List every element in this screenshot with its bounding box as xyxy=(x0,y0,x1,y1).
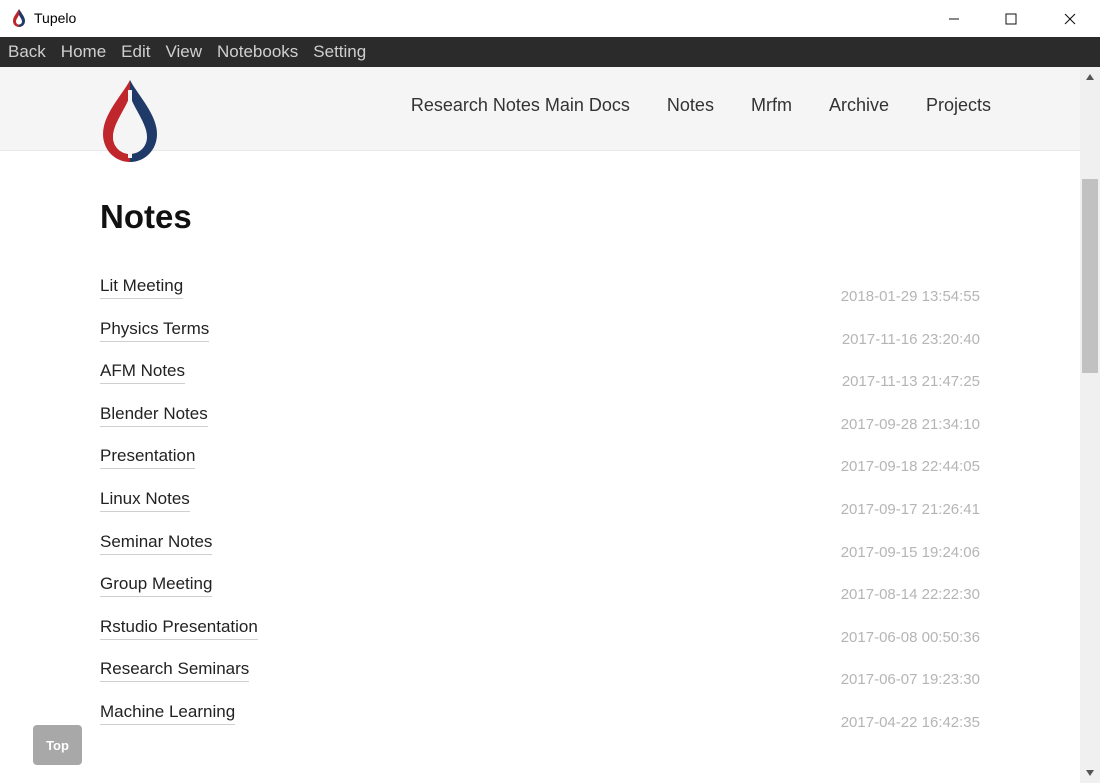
note-link[interactable]: Machine Learning xyxy=(100,702,236,725)
window-title: Tupelo xyxy=(34,10,77,26)
note-link[interactable]: Research Seminars xyxy=(100,659,250,683)
list-item: Presentation 2017-09-18 22:44:05 xyxy=(100,444,980,487)
list-item: Rstudio Presentation 2017-06-08 00:50:36 xyxy=(100,615,980,658)
nav-projects[interactable]: Projects xyxy=(926,95,991,116)
note-date: 2017-04-22 16:42:35 xyxy=(840,713,980,731)
scroll-up-button[interactable] xyxy=(1080,67,1100,87)
page-title: Notes xyxy=(100,198,192,235)
notes-list: Lit Meeting 2018-01-29 13:54:55 Physics T… xyxy=(100,274,980,743)
list-item: Research Seminars 2017-06-07 19:23:30 xyxy=(100,657,980,700)
menu-edit[interactable]: Edit xyxy=(121,37,150,67)
menu-home[interactable]: Home xyxy=(61,37,106,67)
note-link[interactable]: Linux Notes xyxy=(100,489,190,512)
note-date: 2017-06-08 00:50:36 xyxy=(840,628,980,646)
site-header: Research Notes Main Docs Notes Mrfm Arch… xyxy=(0,67,1080,162)
scroll-up-arrow-icon xyxy=(1086,74,1094,80)
maximize-icon xyxy=(1005,13,1017,24)
list-item: AFM Notes 2017-11-13 21:47:25 xyxy=(100,359,980,402)
nav-archive[interactable]: Archive xyxy=(829,95,889,116)
menu-back[interactable]: Back xyxy=(8,37,46,67)
site-nav: Research Notes Main Docs Notes Mrfm Arch… xyxy=(374,95,991,116)
note-date: 2017-09-15 19:24:06 xyxy=(840,543,980,561)
minimize-icon xyxy=(949,18,959,19)
scroll-down-arrow-icon xyxy=(1086,770,1094,776)
note-date: 2017-11-16 23:20:40 xyxy=(841,330,980,348)
list-item: Physics Terms 2017-11-16 23:20:40 xyxy=(100,317,980,360)
list-item: Linux Notes 2017-09-17 21:26:41 xyxy=(100,487,980,530)
list-item: Lit Meeting 2018-01-29 13:54:55 xyxy=(100,274,980,317)
scroll-down-button[interactable] xyxy=(1080,763,1100,783)
maximize-button[interactable] xyxy=(982,0,1040,37)
site-logo-icon[interactable] xyxy=(101,80,159,164)
note-date: 2017-08-14 22:22:30 xyxy=(840,586,980,604)
minimize-button[interactable] xyxy=(925,0,983,37)
note-date: 2017-06-07 19:23:30 xyxy=(840,671,980,689)
note-link[interactable]: Rstudio Presentation xyxy=(100,617,258,640)
drop-logo-icon xyxy=(13,9,25,27)
list-item: Group Meeting 2017-08-14 22:22:30 xyxy=(100,572,980,615)
nav-research-notes-main-docs[interactable]: Research Notes Main Docs xyxy=(411,95,630,116)
back-to-top-button[interactable]: Top xyxy=(33,725,82,765)
menu-notebooks[interactable]: Notebooks xyxy=(217,37,298,67)
list-item: Blender Notes 2017-09-28 21:34:10 xyxy=(100,402,980,445)
note-link[interactable]: Seminar Notes xyxy=(100,532,213,555)
note-date: 2017-09-28 21:34:10 xyxy=(840,415,980,433)
content-viewport: Research Notes Main Docs Notes Mrfm Arch… xyxy=(0,67,1080,783)
vertical-scrollbar[interactable] xyxy=(1080,67,1100,783)
note-link[interactable]: Presentation xyxy=(100,446,196,470)
note-link[interactable]: Blender Notes xyxy=(100,404,208,427)
menu-view[interactable]: View xyxy=(165,37,202,67)
nav-mrfm[interactable]: Mrfm xyxy=(751,95,792,116)
note-link[interactable]: Lit Meeting xyxy=(100,276,184,299)
title-bar: Tupelo xyxy=(0,0,1100,37)
list-item: Seminar Notes 2017-09-15 19:24:06 xyxy=(100,530,980,573)
nav-notes[interactable]: Notes xyxy=(667,95,714,116)
note-link[interactable]: AFM Notes xyxy=(100,361,186,385)
menu-setting[interactable]: Setting xyxy=(313,37,366,67)
close-button[interactable] xyxy=(1041,0,1099,37)
note-date: 2017-09-18 22:44:05 xyxy=(840,458,980,476)
close-icon xyxy=(1064,13,1076,24)
note-link[interactable]: Physics Terms xyxy=(100,319,210,342)
note-date: 2017-09-17 21:26:41 xyxy=(840,500,980,518)
note-date: 2018-01-29 13:54:55 xyxy=(840,288,980,305)
note-link[interactable]: Group Meeting xyxy=(100,574,213,598)
note-date: 2017-11-13 21:47:25 xyxy=(841,373,980,391)
scroll-thumb[interactable] xyxy=(1082,179,1098,373)
menu-bar: Back Home Edit View Notebooks Setting xyxy=(0,37,1100,67)
list-item: Machine Learning 2017-04-22 16:42:35 xyxy=(100,700,980,743)
